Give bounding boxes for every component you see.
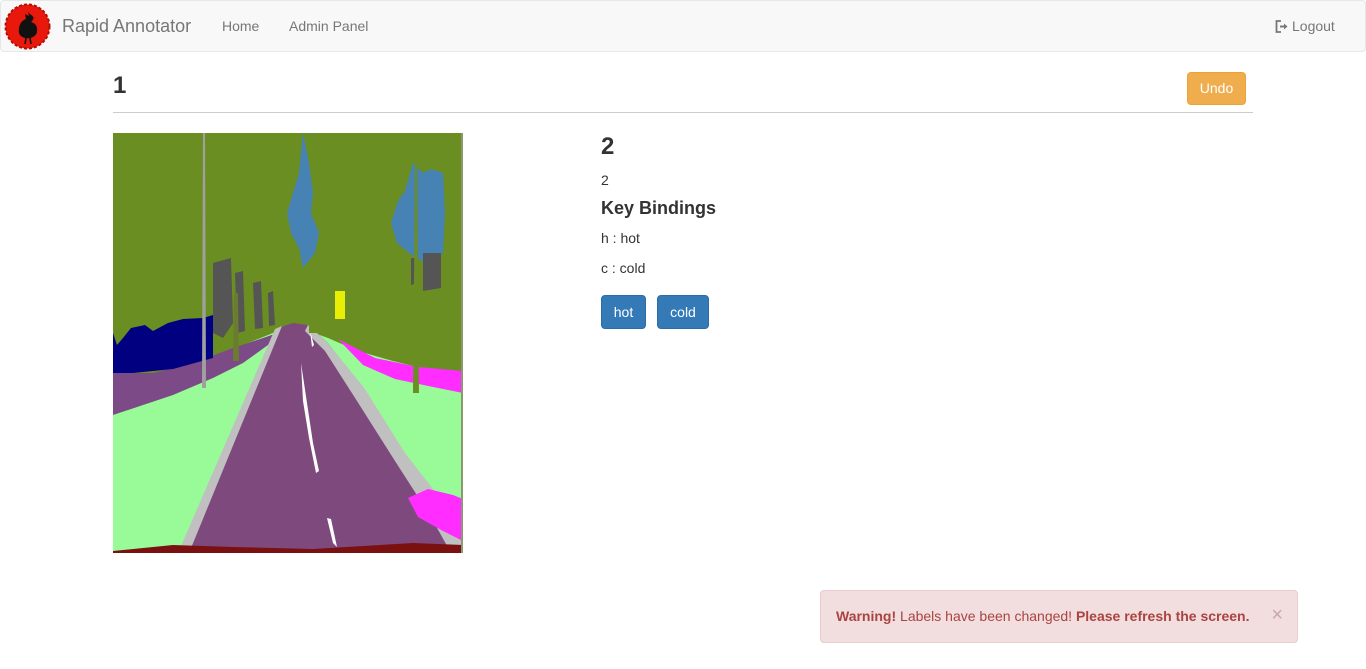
alert-message: Labels have been changed! [896,608,1076,624]
item-value: 2 [601,172,609,188]
undo-button[interactable]: Undo [1187,72,1246,105]
cold-button[interactable]: cold [657,295,709,329]
annotation-image [113,133,463,553]
logout-label: Logout [1292,18,1335,34]
alert-strong: Warning! [836,608,897,624]
sign-out-icon [1275,20,1288,33]
page-header: 1 Undo [113,60,1253,113]
logout-link[interactable]: Logout [1275,18,1335,34]
page-title: 1 [113,72,127,99]
close-icon[interactable]: × [1271,605,1283,625]
nav-admin-panel[interactable]: Admin Panel [289,18,368,34]
key-binding-cold: c : cold [601,260,646,276]
navbar: Rapid Annotator Home Admin Panel Logout [0,0,1366,52]
item-title: 2 [601,133,615,160]
brand-link[interactable]: Rapid Annotator [62,16,191,37]
key-binding-hot: h : hot [601,230,640,246]
warning-alert: Warning! Labels have been changed! Pleas… [820,590,1298,643]
alert-emphasis: Please refresh the screen. [1075,608,1250,624]
key-bindings-heading: Key Bindings [601,198,717,218]
rooster-logo-icon[interactable] [4,3,51,50]
nav-home[interactable]: Home [222,18,259,34]
hot-button[interactable]: hot [601,295,646,329]
